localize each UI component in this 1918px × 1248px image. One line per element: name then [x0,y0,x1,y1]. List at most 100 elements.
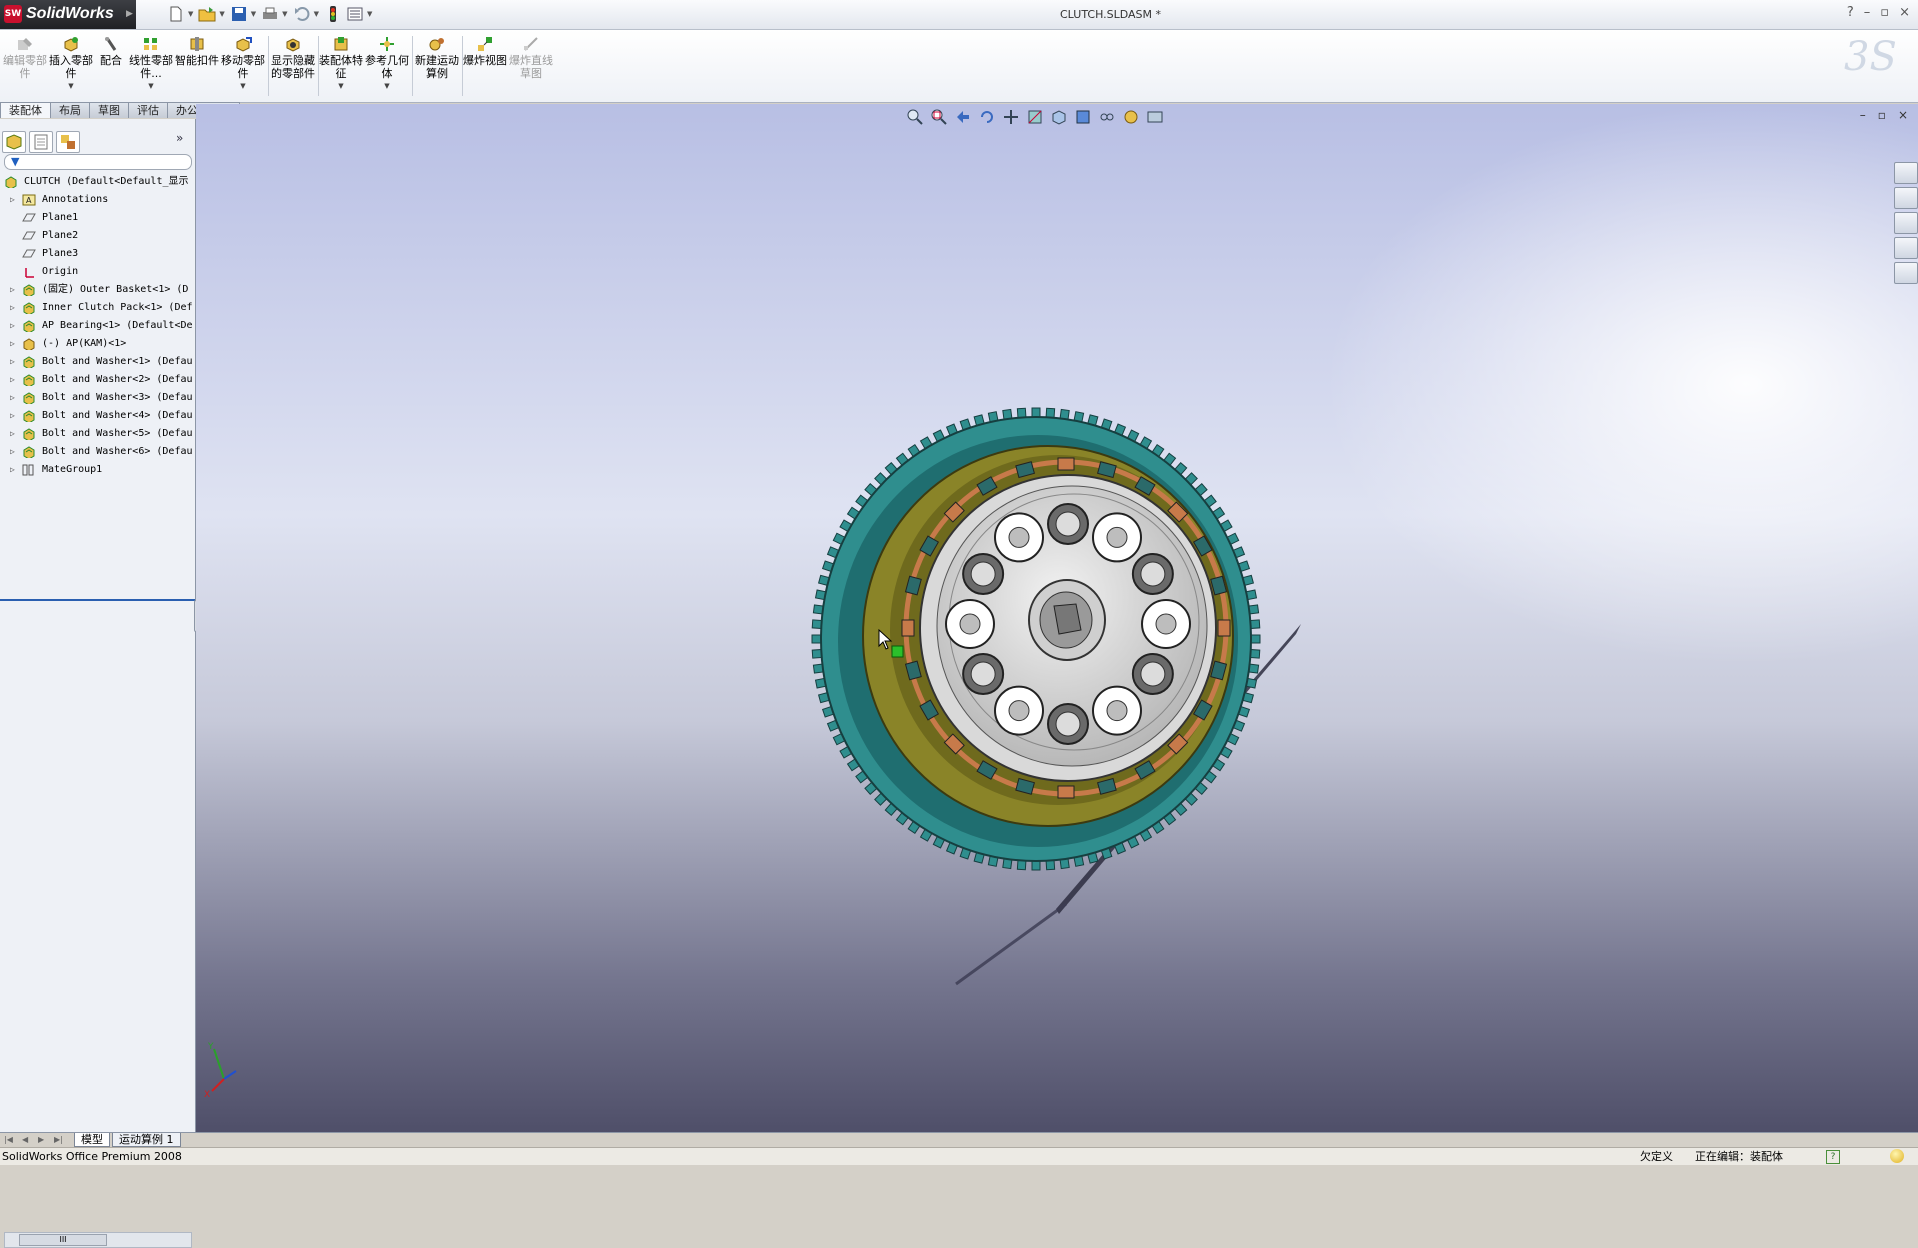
property-manager-tab-icon[interactable] [29,131,53,153]
tree-horizontal-scrollbar[interactable]: III [4,1232,192,1248]
expand-toggle-icon[interactable]: ▷ [10,425,15,443]
save-dropdown-icon[interactable]: ▼ [251,10,256,18]
tree-item[interactable]: Plane1 [0,209,195,227]
open-folder-icon[interactable] [197,5,217,23]
scrollbar-thumb[interactable]: III [19,1234,107,1246]
tree-item[interactable]: ▷ AP Bearing<1> (Default<De [0,317,195,335]
assembly-feature-button[interactable]: 装配体特征 ▼ [318,36,364,93]
appearance-icon[interactable] [1122,108,1140,126]
tree-item[interactable]: ▷ A Annotations [0,191,195,209]
edit-component-button[interactable]: 编辑零部件 [2,36,48,80]
tree-item[interactable]: ▷ Bolt and Washer<4> (Defau [0,407,195,425]
tab-layout[interactable]: 布局 [50,102,90,118]
reference-geometry-dropdown-icon[interactable]: ▼ [364,80,410,93]
feature-manager-tab-icon[interactable] [2,131,26,153]
first-tab-icon[interactable]: |◀ [4,1135,13,1144]
tree-item[interactable]: ▷ Bolt and Washer<5> (Defau [0,425,195,443]
assembly-feature-dropdown-icon[interactable]: ▼ [318,80,364,93]
save-icon[interactable] [229,5,249,23]
tree-item[interactable]: ▷ (固定) Outer Basket<1> (D [0,281,195,299]
hide-show-items-icon[interactable] [1098,108,1116,126]
tree-item[interactable]: ▷ MateGroup1 [0,461,195,479]
tree-item[interactable]: Plane2 [0,227,195,245]
design-library-icon[interactable] [1894,187,1918,209]
display-style-icon[interactable] [1074,108,1092,126]
insert-component-dropdown-icon[interactable]: ▼ [48,80,94,93]
rotate-view-icon[interactable] [978,108,996,126]
expand-toggle-icon[interactable]: ▷ [10,371,15,389]
tree-item[interactable]: ▷ Bolt and Washer<2> (Defau [0,371,195,389]
tab-assembly[interactable]: 装配体 [0,102,51,118]
configuration-manager-tab-icon[interactable] [56,131,80,153]
expand-panel-button[interactable]: » [176,131,183,145]
tree-item[interactable]: Origin [0,263,195,281]
show-hidden-button[interactable]: 显示隐藏的零部件 [270,36,316,80]
viewport-close-button[interactable]: × [1898,108,1908,122]
print-icon[interactable] [260,5,280,23]
section-view-icon[interactable] [1026,108,1044,126]
linear-pattern-button[interactable]: 线性零部件... ▼ [128,36,174,93]
zoom-to-area-icon[interactable] [930,108,948,126]
linear-pattern-dropdown-icon[interactable]: ▼ [128,80,174,93]
expand-toggle-icon[interactable]: ▷ [10,317,15,335]
viewport-restore-button[interactable]: ▫ [1878,108,1886,122]
graphics-area[interactable]: – ▫ × Y X [196,104,1918,1132]
tree-filter-input[interactable]: ▼ [4,154,192,170]
previous-view-icon[interactable] [954,108,972,126]
reference-geometry-button[interactable]: 参考几何体 ▼ [364,36,410,93]
viewport-minimize-button[interactable]: – [1860,108,1866,122]
tab-evaluate[interactable]: 评估 [128,102,168,118]
tree-item[interactable]: ▷ Bolt and Washer<3> (Defau [0,389,195,407]
tree-item[interactable]: ▷ Bolt and Washer<1> (Defau [0,353,195,371]
solidworks-resources-icon[interactable] [1894,162,1918,184]
tree-item[interactable]: Plane3 [0,245,195,263]
expand-toggle-icon[interactable]: ▷ [10,281,15,299]
status-rebuild-lamp-icon[interactable] [1890,1149,1904,1163]
undo-dropdown-icon[interactable]: ▼ [314,10,319,18]
close-button[interactable]: × [1899,5,1910,20]
expand-toggle-icon[interactable]: ▷ [10,461,15,479]
tab-motion-study-1[interactable]: 运动算例 1 [112,1133,181,1147]
expand-toggle-icon[interactable]: ▷ [10,443,15,461]
status-help-icon[interactable]: ? [1826,1150,1840,1164]
file-explorer-icon[interactable] [1894,212,1918,234]
expand-toggle-icon[interactable]: ▷ [10,299,15,317]
new-document-icon[interactable] [166,5,186,23]
smart-fastener-button[interactable]: 智能扣件 [174,36,220,67]
view-orientation-icon[interactable] [1050,108,1068,126]
expand-toggle-icon[interactable]: ▷ [10,191,15,209]
rebuild-icon[interactable] [323,5,343,23]
explode-line-sketch-button[interactable]: 爆炸直线草图 [508,36,554,80]
minimize-button[interactable]: – [1864,5,1871,20]
scene-icon[interactable] [1146,108,1164,126]
tree-item[interactable]: ▷ Bolt and Washer<6> (Defau [0,443,195,461]
help-button[interactable]: ? [1847,5,1854,20]
selection-handle[interactable] [891,645,904,658]
tab-model[interactable]: 模型 [74,1133,110,1147]
clutch-model[interactable] [776,384,1476,1064]
expand-toggle-icon[interactable]: ▷ [10,407,15,425]
zoom-to-fit-icon[interactable] [906,108,924,126]
solidworks-logo[interactable]: SW SolidWorks ▶ [0,0,136,29]
last-tab-icon[interactable]: ▶| [54,1135,63,1144]
pan-icon[interactable] [1002,108,1020,126]
exploded-view-button[interactable]: 爆炸视图 [462,36,508,67]
view-palette-icon[interactable] [1894,237,1918,259]
expand-toggle-icon[interactable]: ▷ [10,389,15,407]
restore-button[interactable]: ▫ [1880,5,1889,20]
undo-icon[interactable] [292,5,312,23]
options-icon[interactable] [345,5,365,23]
next-tab-icon[interactable]: ▶ [38,1135,44,1144]
tree-item[interactable]: ▷ (-) AP(KAM)<1> [0,335,195,353]
tab-sketch[interactable]: 草图 [89,102,129,118]
expand-toggle-icon[interactable]: ▷ [10,335,15,353]
tree-item[interactable]: ▷ Inner Clutch Pack<1> (Def [0,299,195,317]
open-dropdown-icon[interactable]: ▼ [219,10,224,18]
appearances-scenes-icon[interactable] [1894,262,1918,284]
new-motion-study-button[interactable]: 新建运动算例 [414,36,460,80]
print-dropdown-icon[interactable]: ▼ [282,10,287,18]
options-dropdown-icon[interactable]: ▼ [367,10,372,18]
prev-tab-icon[interactable]: ◀ [22,1135,28,1144]
expand-toggle-icon[interactable]: ▷ [10,353,15,371]
tree-item[interactable]: CLUTCH (Default<Default_显示 [0,173,195,191]
